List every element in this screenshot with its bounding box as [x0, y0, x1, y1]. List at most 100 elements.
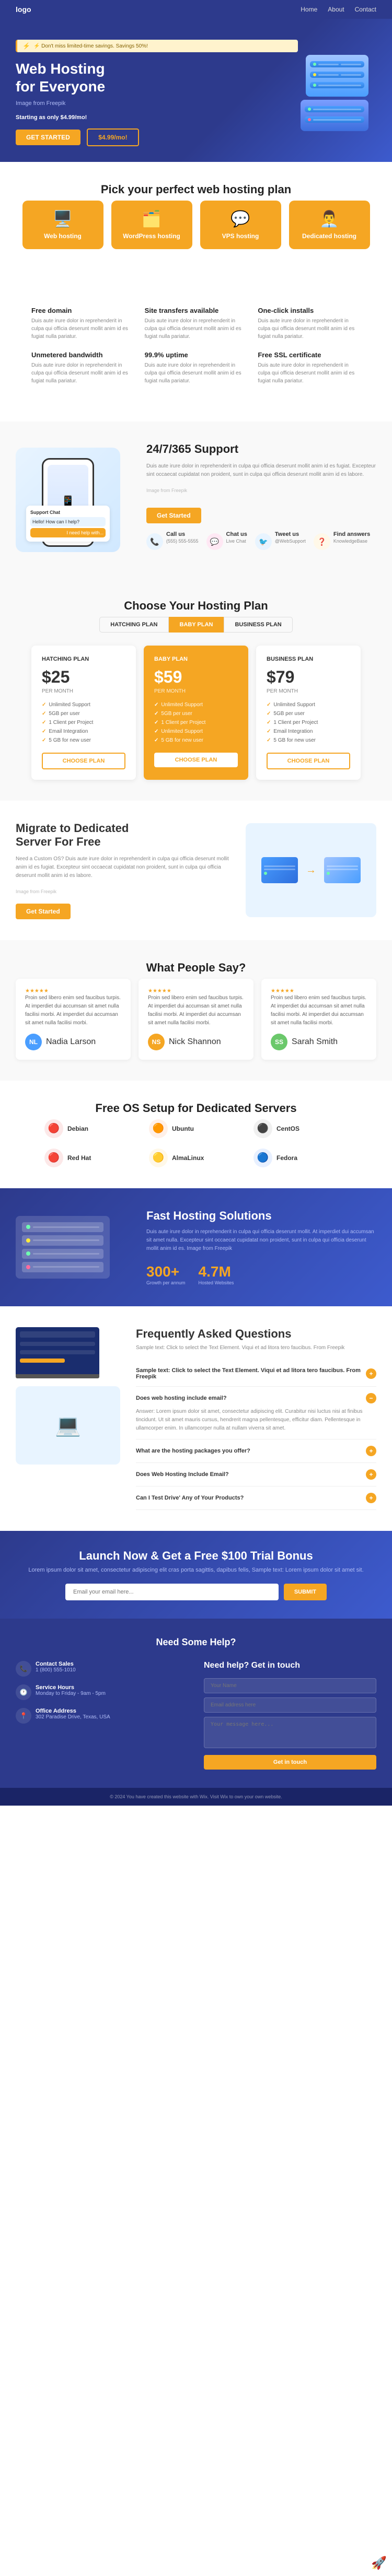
choose-baby-button[interactable]: CHOOSE PLAN — [154, 753, 238, 767]
footer-help-section: Need Some Help? 📞 Contact Sales 1 (800) … — [0, 1619, 392, 1788]
touch-name-input[interactable] — [204, 1678, 376, 1693]
faq-icon: ❓ — [314, 533, 330, 550]
cta-submit-button[interactable]: SUBMIT — [284, 1584, 327, 1600]
pricing-title: Choose Your Hosting Plan — [16, 599, 376, 613]
contact-call: 📞 Call us (555) 555-5555 — [146, 531, 199, 553]
wordpress-label: WordPress hosting — [119, 232, 185, 240]
fast-hosting-text: Fast Hosting Solutions Duis aute irure d… — [146, 1209, 376, 1285]
navbar: logo Home About Contact — [0, 0, 392, 19]
os-almalinux: 🟡 AlmaLinux — [149, 1149, 243, 1167]
support-section: 📱 Support Chat Hello! How can I help? I … — [0, 421, 392, 578]
faq-toggle-0[interactable]: + — [366, 1368, 376, 1379]
faq-question-2[interactable]: What are the hosting packages you offer?… — [136, 1446, 376, 1456]
hero-section: ⚡ ⚡ Don't miss limited-time savings. Sav… — [0, 19, 392, 162]
os-fedora: 🔵 Fedora — [253, 1149, 348, 1167]
os-centos: ⚫ CentOS — [253, 1119, 348, 1138]
debian-icon: 🔴 — [44, 1119, 63, 1138]
pricing-section: Choose Your Hosting Plan HATCHING PLAN B… — [0, 578, 392, 801]
nav-about[interactable]: About — [328, 6, 344, 13]
plan-card-dedicated[interactable]: 👨‍💼 Dedicated hosting — [289, 201, 370, 249]
testimonials-title: What People Say? — [16, 961, 376, 975]
migrate-cta-button[interactable]: Get Started — [16, 904, 71, 919]
ubuntu-icon: 🟠 — [149, 1119, 168, 1138]
faq-question-1[interactable]: Does web hosting include email? − — [136, 1393, 376, 1403]
faq-image: 💻 — [16, 1327, 120, 1510]
touch-email-input[interactable] — [204, 1697, 376, 1713]
faq-toggle-3[interactable]: + — [366, 1469, 376, 1480]
tab-hatching[interactable]: HATCHING PLAN — [99, 617, 168, 633]
avatar-3: SS — [271, 1034, 287, 1050]
logo: logo — [16, 5, 31, 14]
pick-plan-title: Pick your perfect web hosting plan — [16, 183, 376, 196]
vps-icon: 💬 — [208, 210, 273, 228]
support-text: 24/7/365 Support Duis aute irure dolor i… — [146, 442, 376, 553]
get-started-button[interactable]: GET STARTED — [16, 130, 80, 145]
author-name-3: Sarah Smith — [292, 1037, 338, 1047]
choose-business-button[interactable]: CHOOSE PLAN — [267, 753, 350, 769]
faq-item-0: Sample text: Click to select the Text El… — [136, 1361, 376, 1387]
tab-baby[interactable]: BABY PLAN — [169, 617, 224, 633]
contact-faq: ❓ Find answers KnowledgeBase — [314, 531, 370, 553]
faq-question-4[interactable]: Can I Test Drive' Any of Your Products? … — [136, 1493, 376, 1503]
cta-banner: Launch Now & Get a Free $100 Trial Bonus… — [0, 1531, 392, 1619]
os-grid: 🔴 Debian 🟠 Ubuntu ⚫ CentOS 🔴 Red Hat 🟡 A… — [16, 1119, 376, 1167]
feature-site-transfers: Site transfers available Duis aute irure… — [145, 307, 248, 341]
faq-toggle-1[interactable]: − — [366, 1393, 376, 1403]
faq-toggle-2[interactable]: + — [366, 1446, 376, 1456]
hero-text: ⚡ ⚡ Don't miss limited-time savings. Sav… — [16, 40, 298, 146]
faq-intro: Sample text: Click to select the Text El… — [136, 1345, 376, 1351]
contact-tweet: 🐦 Tweet us @WebSupport — [255, 531, 306, 553]
cta-title: Launch Now & Get a Free $100 Trial Bonus — [16, 1549, 376, 1563]
nav-home[interactable]: Home — [301, 6, 317, 13]
feature-free-domain: Free domain Duis aute irure dolor in rep… — [31, 307, 134, 341]
plan-card-web[interactable]: 🖥️ Web hosting — [22, 201, 103, 249]
centos-icon: ⚫ — [253, 1119, 272, 1138]
faq-question-3[interactable]: Does Web Hosting Include Email? + — [136, 1469, 376, 1480]
avatar-1: NL — [25, 1034, 42, 1050]
feature-uptime: 99.9% uptime Duis aute irure dolor in re… — [145, 351, 248, 385]
stat-growth: 300+ Growth per annum — [146, 1263, 186, 1285]
learn-more-button[interactable]: $4.99/mo! — [87, 128, 139, 146]
send-button[interactable]: Get in touch — [204, 1755, 376, 1770]
feature-one-click: One-click installs Duis aute irure dolor… — [258, 307, 361, 341]
footer-bottom: © 2024 You have created this website wit… — [0, 1788, 392, 1806]
features-section: Free domain Duis aute irure dolor in rep… — [0, 270, 392, 421]
pricing-card-hatching: HATCHING PLAN $25 PER MONTH Unlimited Su… — [31, 646, 136, 780]
dedicated-icon: 👨‍💼 — [297, 210, 362, 228]
plan-card-vps[interactable]: 💬 VPS hosting — [200, 201, 281, 249]
cta-form: SUBMIT — [65, 1584, 327, 1600]
os-ubuntu: 🟠 Ubuntu — [149, 1119, 243, 1138]
phone-icon: 📞 — [146, 533, 163, 550]
faq-question-0[interactable]: Sample text: Click to select the Text El… — [136, 1367, 376, 1380]
os-section: Free OS Setup for Dedicated Servers 🔴 De… — [0, 1081, 392, 1188]
footer-help-title: Need Some Help? — [16, 1637, 376, 1648]
pricing-card-business: BUSINESS PLAN $79 PER MONTH Unlimited Su… — [256, 646, 361, 780]
avatar-2: NS — [148, 1034, 165, 1050]
migrate-text: Migrate to DedicatedServer For Free Need… — [16, 822, 230, 919]
dedicated-label: Dedicated hosting — [297, 232, 362, 240]
migrate-section: Migrate to DedicatedServer For Free Need… — [0, 801, 392, 940]
chat-icon: 💬 — [206, 533, 223, 550]
nav-links: Home About Contact — [301, 6, 376, 13]
fast-hosting-image — [16, 1216, 131, 1279]
faq-toggle-4[interactable]: + — [366, 1493, 376, 1503]
tab-business[interactable]: BUSINESS PLAN — [224, 617, 292, 633]
footer-help-content: 📞 Contact Sales 1 (800) 555-1010 🕐 Servi… — [16, 1661, 376, 1770]
contact-chat: 💬 Chat us Live Chat — [206, 531, 247, 553]
cta-email-input[interactable] — [65, 1584, 279, 1600]
plan-card-wordpress[interactable]: 🗂️ WordPress hosting — [111, 201, 192, 249]
footer-touch-form: Need help? Get in touch Get in touch — [204, 1661, 376, 1770]
touch-message-input[interactable] — [204, 1717, 376, 1748]
choose-hatching-button[interactable]: CHOOSE PLAN — [42, 753, 125, 769]
os-title: Free OS Setup for Dedicated Servers — [16, 1102, 376, 1115]
promo-badge: ⚡ ⚡ Don't miss limited-time savings. Sav… — [16, 40, 298, 52]
support-cta-button[interactable]: Get Started — [146, 508, 201, 523]
web-hosting-label: Web hosting — [30, 232, 96, 240]
nav-contact[interactable]: Contact — [355, 6, 376, 13]
pricing-cards: HATCHING PLAN $25 PER MONTH Unlimited Su… — [16, 646, 376, 780]
wordpress-icon: 🗂️ — [119, 210, 185, 228]
alert-icon: ⚡ — [22, 42, 30, 50]
faq-item-4: Can I Test Drive' Any of Your Products? … — [136, 1486, 376, 1510]
service-hours: 🕐 Service Hours Monday to Friday - 9am -… — [16, 1684, 188, 1700]
faq-section: 💻 Frequently Asked Questions Sample text… — [0, 1306, 392, 1531]
